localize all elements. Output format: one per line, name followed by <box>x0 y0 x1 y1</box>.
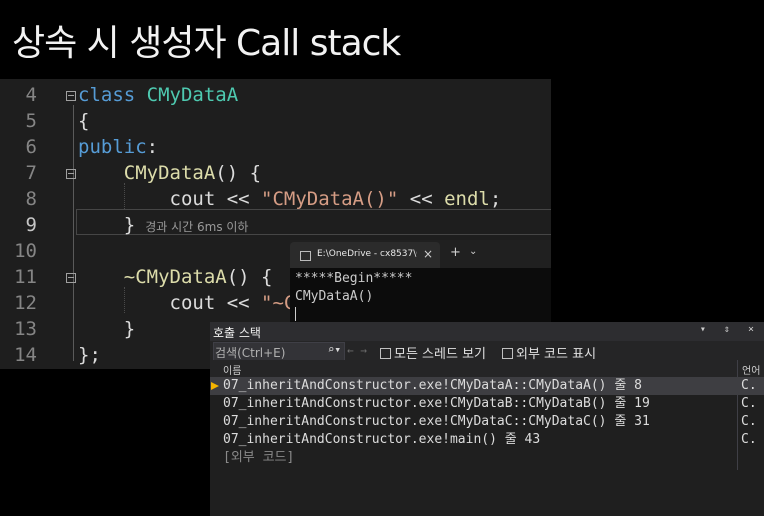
code-token: () { <box>215 162 262 184</box>
code-token: cout <box>169 188 216 210</box>
code-token: { <box>78 110 90 132</box>
slide-title: 상속 시 생성자 Call stack <box>12 23 401 64</box>
line-number: 7 <box>25 162 37 184</box>
code-text: public: <box>78 134 158 160</box>
console-tab[interactable]: E:\OneDrive - cx8537\OneDrive × <box>290 242 440 268</box>
code-text: CMyDataA() { <box>78 160 261 186</box>
stack-frame-name: 07_inheritAndConstructor.exe!CMyDataC::C… <box>223 414 650 429</box>
code-text: } 경과 시간 6ms 이하 <box>78 212 249 240</box>
stack-frame-row[interactable]: 07_inheritAndConstructor.exe!CMyDataA::C… <box>210 377 764 395</box>
code-token: << <box>215 292 262 314</box>
line-number: 12 <box>14 292 37 314</box>
line-number: 5 <box>25 110 37 132</box>
call-stack-header: 호출 스택 ▾ ⇕ × <box>210 322 764 341</box>
code-token: ~CMyDataA <box>123 266 227 288</box>
close-icon[interactable]: × <box>423 247 433 261</box>
code-token: } <box>78 214 136 236</box>
collapse-icon[interactable] <box>66 91 76 101</box>
code-line[interactable]: 8 cout << "CMyDataA()" << endl; <box>0 186 551 212</box>
stack-frame-row[interactable]: 07_inheritAndConstructor.exe!main() 줄 43… <box>210 431 764 449</box>
line-number: 14 <box>14 344 37 366</box>
code-token: << <box>215 188 262 210</box>
window-options-icon[interactable]: ▾ ⇕ × <box>700 324 760 335</box>
code-text: }; <box>78 342 101 368</box>
code-token: : <box>146 136 159 158</box>
code-line[interactable]: 6 public: <box>0 134 551 160</box>
call-stack-title: 호출 스택 <box>213 326 261 340</box>
collapse-icon[interactable] <box>66 169 76 179</box>
new-tab-icon[interactable]: + <box>450 245 461 260</box>
code-token: "CMyDataA()" <box>261 188 399 210</box>
code-token: }; <box>78 344 101 366</box>
code-text: class CMyDataA <box>78 82 238 108</box>
terminal-icon <box>300 251 311 261</box>
stack-frame-name: 07_inheritAndConstructor.exe!CMyDataB::C… <box>223 396 650 411</box>
code-text: } <box>78 316 135 342</box>
code-line[interactable]: 9 } 경과 시간 6ms 이하 <box>0 212 551 238</box>
call-stack-toolbar: 검색(Ctrl+E) ⌕▾ ← → 모든 스레드 보기 외부 코드 표시 <box>210 341 764 362</box>
code-line[interactable]: 4 class CMyDataA <box>0 82 551 108</box>
code-token: public <box>78 136 147 158</box>
code-token: CMyDataA <box>123 162 216 184</box>
current-frame-arrow-icon <box>211 382 219 390</box>
code-token: CMyDataA <box>146 84 239 106</box>
code-line[interactable]: 5{ <box>0 108 551 134</box>
console-tab-bar: E:\OneDrive - cx8537\OneDrive × + ⌄ <box>290 240 551 268</box>
code-text: ~CMyDataA() { <box>78 264 273 290</box>
search-placeholder: 검색(Ctrl+E) <box>215 346 286 360</box>
console-output-line: *****Begin***** <box>295 271 413 286</box>
stack-frame-name: 07_inheritAndConstructor.exe!main() 줄 43 <box>223 432 541 447</box>
code-token: } <box>78 318 136 340</box>
column-headers: 이름 언어 <box>210 360 764 378</box>
stack-frame-row[interactable]: 07_inheritAndConstructor.exe!CMyDataC::C… <box>210 413 764 431</box>
code-token: ; <box>489 188 502 210</box>
column-header-name[interactable]: 이름 <box>223 362 241 377</box>
line-number: 11 <box>14 266 37 288</box>
line-number: 8 <box>25 188 37 210</box>
code-line[interactable]: 7 CMyDataA() { <box>0 160 551 186</box>
external-code-icon <box>502 348 513 359</box>
text-cursor <box>295 307 296 321</box>
code-token: << <box>398 188 445 210</box>
threads-icon <box>380 348 391 359</box>
code-token: endl <box>444 188 490 210</box>
line-number: 9 <box>25 214 37 236</box>
call-stack-panel[interactable]: 호출 스택 ▾ ⇕ × 검색(Ctrl+E) ⌕▾ ← → 모든 스레드 보기 … <box>210 322 764 516</box>
line-number: 6 <box>25 136 37 158</box>
line-number: 13 <box>14 318 37 340</box>
chevron-down-icon[interactable]: ⌄ <box>469 246 477 257</box>
code-text: cout << "CMyDataA()" << endl; <box>78 186 502 212</box>
stack-frame-language: C. <box>741 396 757 411</box>
stack-frame-row[interactable]: [외부 코드] <box>210 449 764 467</box>
column-header-language[interactable]: 언어 <box>742 362 760 377</box>
code-token: () { <box>226 266 273 288</box>
stack-frame-language: C. <box>741 414 757 429</box>
stack-frame-row[interactable]: 07_inheritAndConstructor.exe!CMyDataB::C… <box>210 395 764 413</box>
search-input[interactable]: 검색(Ctrl+E) ⌕▾ <box>213 342 345 361</box>
stack-frame-name: 07_inheritAndConstructor.exe!CMyDataA::C… <box>223 378 642 393</box>
nav-arrows-icon[interactable]: ← → <box>347 344 367 357</box>
code-text: { <box>78 108 89 134</box>
stack-frame-name: [외부 코드] <box>223 450 295 465</box>
stack-frame-language: C. <box>741 432 757 447</box>
line-number: 10 <box>14 240 37 262</box>
line-number: 4 <box>25 84 37 106</box>
console-output-line: CMyDataA() <box>295 289 374 304</box>
console-tab-title: E:\OneDrive - cx8537\OneDrive <box>317 249 417 259</box>
collapse-icon[interactable] <box>66 273 76 283</box>
perf-tip[interactable]: 경과 시간 6ms 이하 <box>145 220 248 234</box>
search-icon[interactable]: ⌕▾ <box>328 343 341 356</box>
code-token: class <box>78 84 136 106</box>
stack-frame-language: C. <box>741 378 757 393</box>
code-token: cout <box>169 292 216 314</box>
